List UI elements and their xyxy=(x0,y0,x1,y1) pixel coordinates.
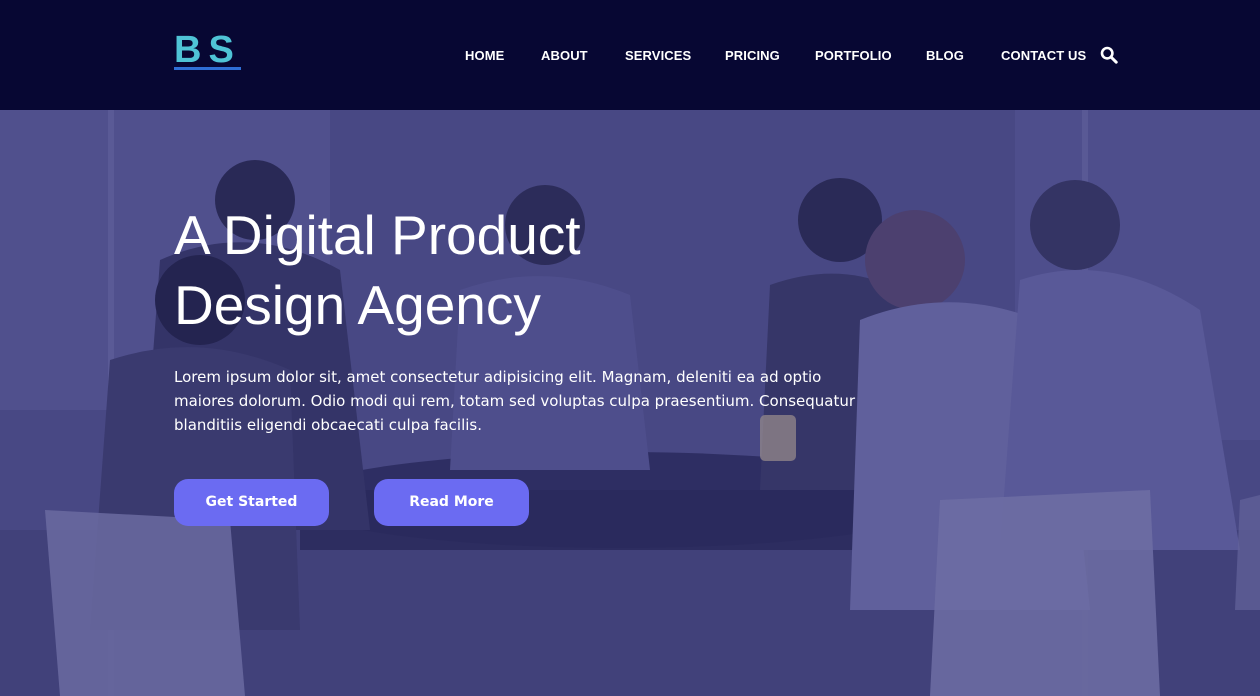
site-header: BS HOME ABOUT SERVICES PRICING PORTFOLIO… xyxy=(0,0,1260,110)
logo-underline xyxy=(174,67,241,70)
read-more-button[interactable]: Read More xyxy=(374,479,529,526)
search-icon[interactable] xyxy=(1100,46,1118,64)
nav-item-home[interactable]: HOME xyxy=(465,48,504,63)
hero-title-line-1: A Digital Product xyxy=(174,204,581,266)
hero-description: Lorem ipsum dolor sit, amet consectetur … xyxy=(174,368,856,434)
nav-item-portfolio[interactable]: PORTFOLIO xyxy=(815,48,892,63)
nav-item-blog[interactable]: BLOG xyxy=(926,48,964,63)
nav-item-about[interactable]: ABOUT xyxy=(541,48,588,63)
main-nav: HOME ABOUT SERVICES PRICING PORTFOLIO BL… xyxy=(0,48,1260,66)
nav-item-pricing[interactable]: PRICING xyxy=(725,48,780,63)
hero-title-line-2: Design Agency xyxy=(174,274,541,336)
nav-item-contact-us[interactable]: CONTACT US xyxy=(1001,48,1086,63)
get-started-button[interactable]: Get Started xyxy=(174,479,329,526)
nav-item-services[interactable]: SERVICES xyxy=(625,48,691,63)
hero-title: A Digital Product Design Agency xyxy=(174,200,874,340)
